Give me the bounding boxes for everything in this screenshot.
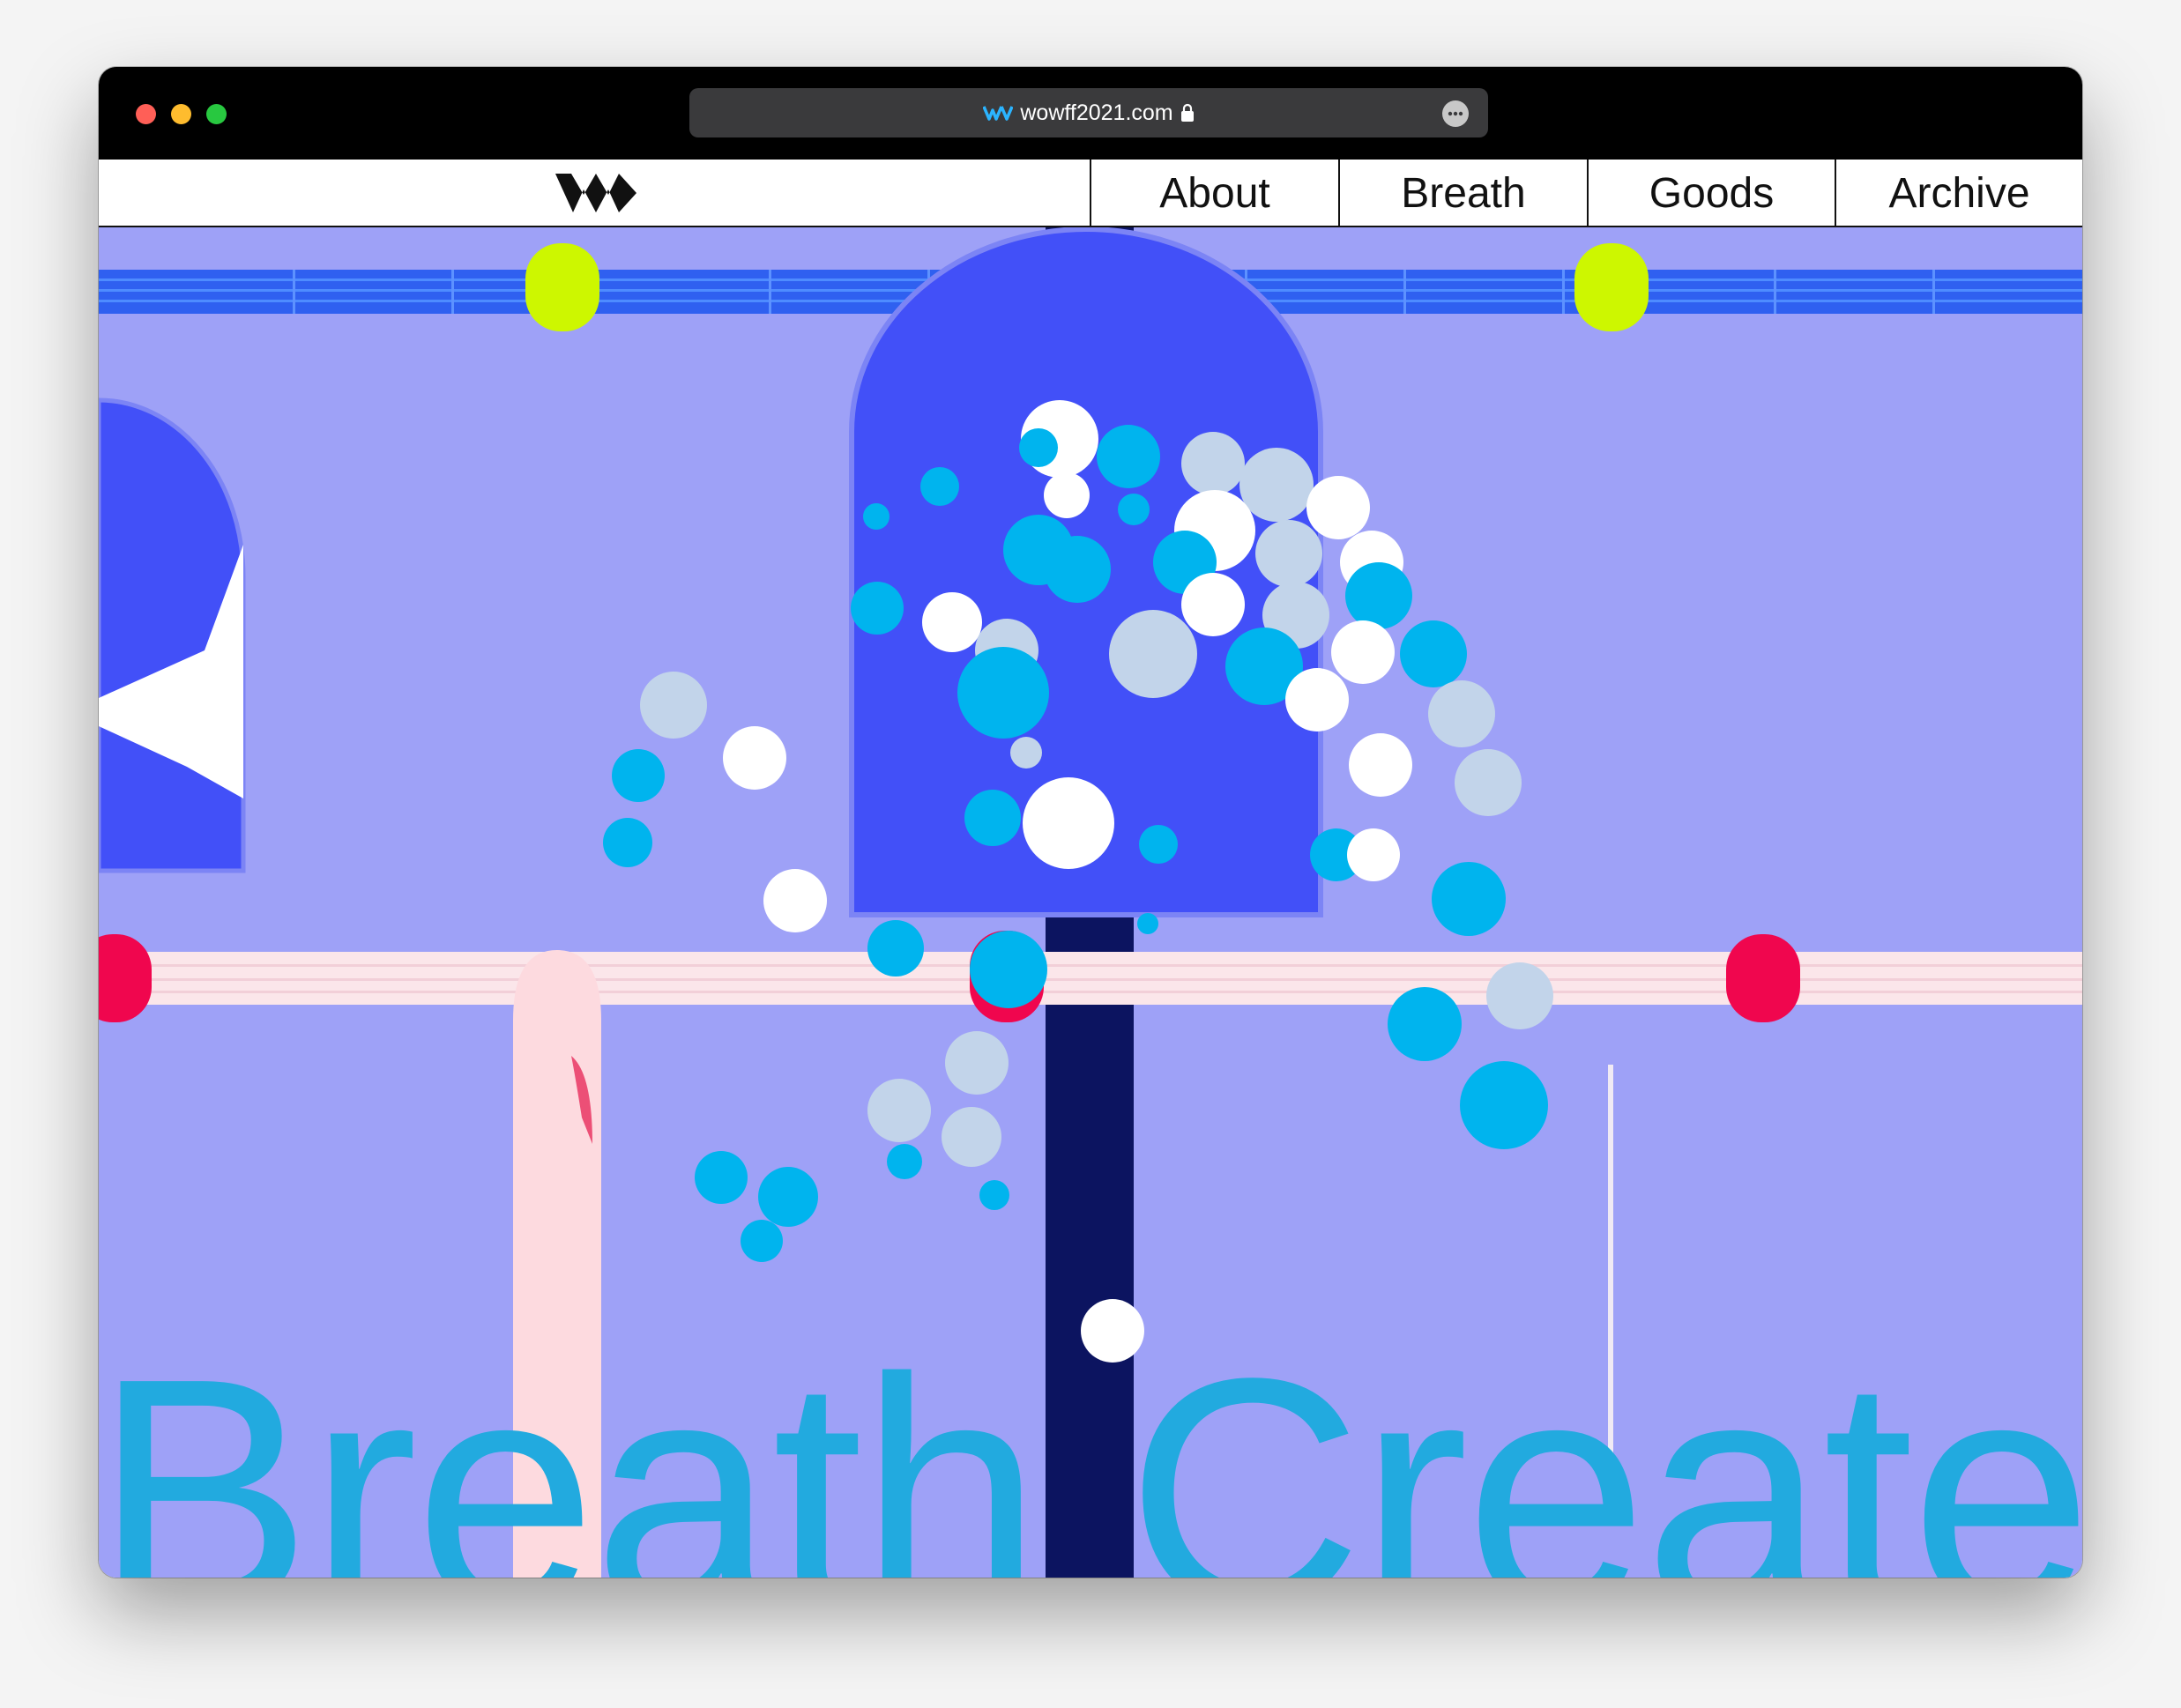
bubble xyxy=(758,1167,818,1227)
bubble xyxy=(1181,573,1245,636)
bubble xyxy=(920,467,959,506)
address-bar[interactable]: wowff2021.com xyxy=(689,88,1488,137)
site-navbar: About Breath Goods Archive xyxy=(99,160,2082,227)
bubble xyxy=(957,647,1049,739)
browser-window: wowff2021.com About Breath Goods Archive… xyxy=(99,67,2082,1578)
bubble xyxy=(640,672,707,739)
bubble xyxy=(1486,962,1553,1029)
bubble xyxy=(922,592,982,652)
hero-animation: Breath Create xyxy=(99,227,2082,1578)
bubble xyxy=(1255,520,1322,587)
hero-headline: Breath Create xyxy=(99,1310,2082,1578)
bubble xyxy=(723,726,786,790)
bubble xyxy=(741,1220,783,1262)
bubble xyxy=(1044,536,1111,603)
bubble xyxy=(1428,680,1495,747)
bubble xyxy=(851,582,904,635)
bubble xyxy=(1118,494,1150,525)
bubble xyxy=(1432,862,1506,936)
nav-archive-label: Archive xyxy=(1888,170,2030,217)
bubble xyxy=(1349,733,1412,797)
bubble xyxy=(1460,1061,1548,1149)
nav-goods[interactable]: Goods xyxy=(1587,160,1835,227)
bubble xyxy=(1139,825,1178,864)
bubble xyxy=(1285,668,1349,731)
browser-titlebar: wowff2021.com xyxy=(99,67,2082,160)
minimize-window-button[interactable] xyxy=(171,104,191,124)
maximize-window-button[interactable] xyxy=(206,104,227,124)
bubble xyxy=(1388,987,1462,1061)
bubble xyxy=(945,1031,1009,1095)
bubble xyxy=(1400,620,1467,687)
nav-archive[interactable]: Archive xyxy=(1835,160,2082,227)
bubble xyxy=(863,503,890,530)
bubble xyxy=(867,1079,931,1142)
nav-breath-label: Breath xyxy=(1401,170,1526,217)
close-window-button[interactable] xyxy=(136,104,156,124)
bubble xyxy=(867,920,924,977)
bubble xyxy=(1023,777,1114,869)
lock-icon xyxy=(1180,103,1195,123)
bubble xyxy=(695,1151,748,1204)
wave-logo-icon xyxy=(983,105,1014,121)
bubble xyxy=(1097,425,1160,488)
bubble xyxy=(1019,428,1058,467)
bubble xyxy=(1345,562,1412,629)
bubble xyxy=(612,749,665,802)
bubble xyxy=(1455,749,1522,816)
nav-breath[interactable]: Breath xyxy=(1338,160,1587,227)
url-text: wowff2021.com xyxy=(1020,100,1173,125)
bubble xyxy=(887,1144,922,1179)
bubble xyxy=(979,1180,1009,1210)
nav-about-label: About xyxy=(1159,170,1270,217)
ellipsis-icon[interactable] xyxy=(1442,100,1469,127)
bubble xyxy=(1239,448,1314,522)
nav-about[interactable]: About xyxy=(1090,160,1338,227)
top-knob xyxy=(525,243,599,331)
bottom-knob xyxy=(99,934,152,1022)
bubble xyxy=(763,869,827,932)
bubble xyxy=(1109,610,1197,698)
bubble xyxy=(1181,432,1245,495)
wowff-logo-icon[interactable] xyxy=(550,170,642,222)
bubble xyxy=(1306,476,1370,539)
bubble xyxy=(1137,913,1158,934)
bubble xyxy=(1044,472,1090,518)
bubble xyxy=(942,1107,1001,1167)
bubble xyxy=(1010,737,1042,769)
bubble xyxy=(1347,828,1400,881)
top-knob xyxy=(1574,243,1649,331)
bubble xyxy=(964,790,1021,846)
bubble xyxy=(603,818,652,867)
bubble xyxy=(970,931,1047,1008)
bubble xyxy=(1331,620,1395,684)
nav-goods-label: Goods xyxy=(1649,170,1775,217)
bottom-knob xyxy=(1726,934,1800,1022)
